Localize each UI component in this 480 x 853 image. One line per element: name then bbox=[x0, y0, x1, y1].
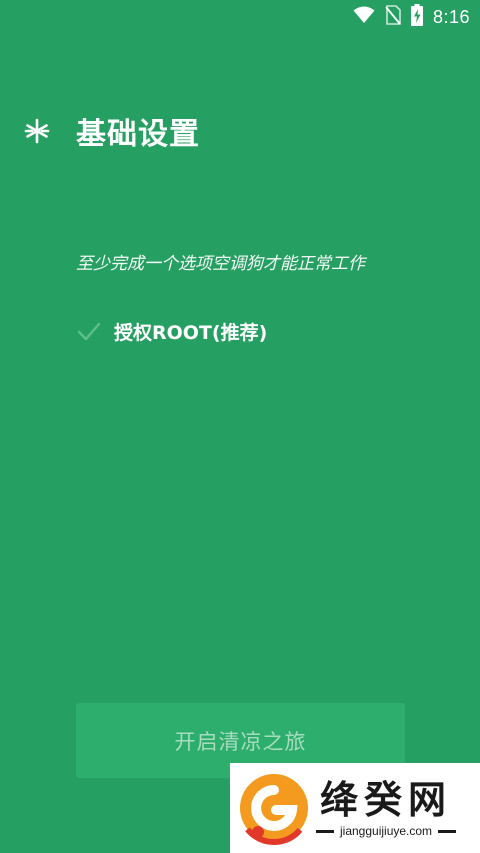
watermark-logo-icon bbox=[236, 770, 312, 846]
status-time: 8:16 bbox=[432, 6, 470, 27]
status-icons: 8:16 bbox=[353, 0, 470, 34]
watermark-url: jiangguijiuye.com bbox=[340, 824, 433, 838]
battery-charging-icon bbox=[410, 4, 423, 30]
no-sim-icon bbox=[385, 5, 401, 29]
page-title: 基础设置 bbox=[76, 117, 200, 152]
snowflake-icon bbox=[22, 116, 52, 146]
status-bar: 8:16 bbox=[0, 0, 480, 34]
watermark-text: 绛癸网 jiangguijiuye.com bbox=[316, 778, 457, 838]
watermark: 绛癸网 jiangguijiuye.com bbox=[230, 763, 480, 853]
watermark-title: 绛癸网 bbox=[320, 778, 453, 822]
watermark-url-row: jiangguijiuye.com bbox=[316, 824, 457, 838]
option-root[interactable]: 授权ROOT(推荐) bbox=[76, 313, 267, 349]
header: 基础设置 bbox=[22, 108, 200, 154]
wifi-icon bbox=[353, 6, 375, 28]
check-icon bbox=[76, 318, 102, 344]
divider bbox=[438, 829, 457, 833]
divider bbox=[316, 829, 334, 833]
option-root-label: 授权ROOT(推荐) bbox=[114, 321, 268, 344]
setup-instructions: 至少完成一个选项空调狗才能正常工作 bbox=[76, 254, 365, 274]
